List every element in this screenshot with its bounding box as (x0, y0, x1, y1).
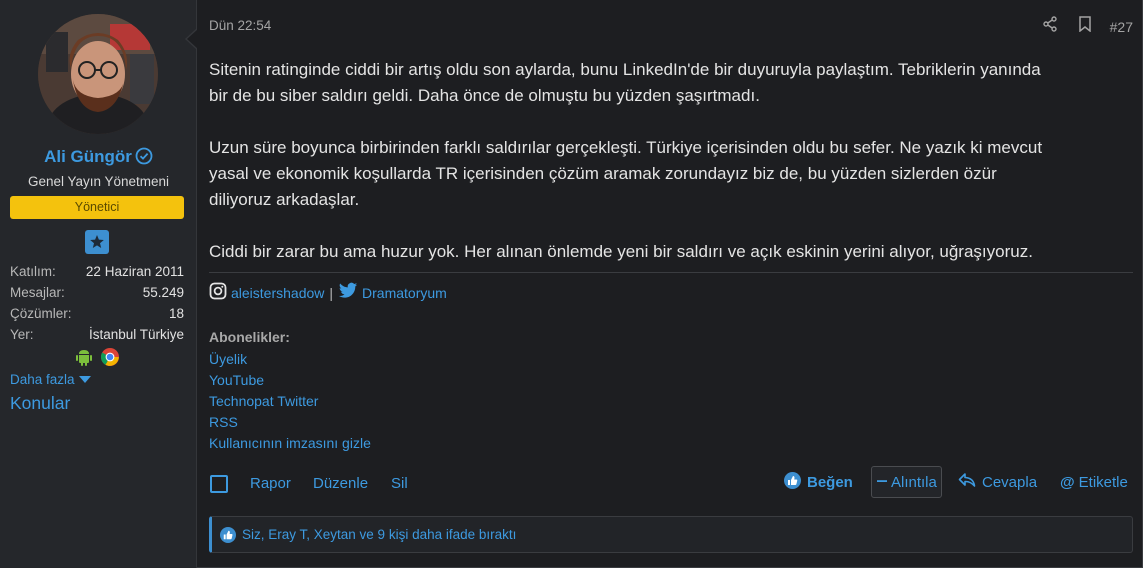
reply-button[interactable]: Cevapla (958, 466, 1037, 498)
post-body: Sitenin ratinginde ciddi bir artış oldu … (209, 57, 1133, 291)
post-paragraph: Sitenin ratinginde ciddi bir artış oldu … (209, 57, 1133, 109)
post-line: Sitenin ratinginde ciddi bir artış oldu … (209, 60, 1041, 79)
stat-value: 55.249 (142, 285, 184, 300)
subscriptions-list: Üyelik YouTube Technopat Twitter RSS Kul… (209, 349, 371, 454)
post-paragraph: Ciddi bir zarar bu ama huzur yok. Her al… (209, 239, 1133, 265)
stat-messages: Mesajlar: 55.249 (10, 282, 184, 303)
post-line: yasal ve ekonomik koşullarda TR içerisin… (209, 164, 997, 183)
sidebar-arrow (185, 28, 198, 50)
stat-label: Mesajlar: (10, 285, 65, 300)
twitter-icon (338, 282, 358, 303)
reply-label: Cevapla (982, 473, 1038, 491)
like-icon (784, 471, 801, 493)
quote-icon (876, 474, 888, 491)
stat-label: Katılım: (10, 264, 56, 279)
reply-icon (958, 472, 976, 492)
user-stats: Katılım: 22 Haziran 2011 Mesajlar: 55.249 … (10, 261, 184, 345)
post-line: Ciddi bir zarar bu ama huzur yok. Her al… (209, 242, 1033, 261)
stat-label: Çözümler: (10, 306, 72, 321)
more-link[interactable]: Daha fazla (10, 372, 91, 387)
subscription-link[interactable]: YouTube (209, 370, 371, 391)
reactions-bar[interactable]: Siz, Eray T, Xeytan ve 9 kişi daha ifade… (209, 516, 1133, 553)
android-icon (74, 347, 94, 372)
post-line: bir de bu siber saldırı geldi. Daha önce… (209, 86, 760, 105)
user-sidebar: Ali Güngör Genel Yayın Yönetmeni Yönetic… (0, 0, 197, 568)
like-label: Beğen (807, 473, 853, 491)
tag-label: Etiketle (1078, 473, 1128, 491)
quote-button[interactable]: Alıntıla (871, 466, 942, 498)
device-icons (74, 347, 120, 372)
subscription-link[interactable]: RSS (209, 412, 371, 433)
stat-value: 22 Haziran 2011 (85, 264, 184, 279)
reactions-text[interactable]: Siz, Eray T, Xeytan ve 9 kişi daha ifade… (242, 527, 516, 542)
twitter-link[interactable]: Dramatoryum (362, 285, 447, 301)
signature-social: aleistershadow | Dramatoryum (209, 282, 447, 303)
post-line: diliyoruz arkadaşlar. (209, 190, 360, 209)
user-name[interactable]: Ali Güngör (44, 147, 132, 166)
instagram-link[interactable]: aleistershadow (231, 285, 324, 301)
delete-button[interactable]: Sil (391, 475, 408, 492)
stat-value: 18 (168, 306, 184, 321)
signature-separator: | (329, 284, 334, 301)
verified-icon (135, 147, 153, 170)
like-icon (220, 526, 236, 543)
user-title: Genel Yayın Yönetmeni (27, 174, 170, 189)
quote-label: Alıntıla (891, 473, 937, 491)
avatar[interactable] (38, 14, 158, 134)
user-name-row: Ali Güngör (0, 147, 197, 170)
post-actions: Rapor Düzenle Sil Beğen Alıntıla Cevapla… (209, 466, 1133, 500)
post-paragraph: Uzun süre boyunca birbirinden farklı sal… (209, 135, 1133, 213)
stat-location: Yer: İstanbul Türkiye (10, 324, 184, 345)
bookmark-icon[interactable] (1078, 16, 1092, 37)
hide-signature-link[interactable]: Kullanıcının imzasını gizle (209, 433, 371, 454)
at-icon: @ (1060, 473, 1075, 491)
subscription-link[interactable]: Üyelik (209, 349, 371, 370)
topics-link[interactable]: Konular (10, 393, 70, 414)
post-number[interactable]: #27 (1110, 19, 1133, 35)
post-line: Uzun süre boyunca birbirinden farklı sal… (209, 138, 1043, 157)
stat-label: Yer: (10, 327, 34, 342)
chevron-down-icon (78, 376, 91, 383)
tag-button[interactable]: @ Etiketle (1060, 466, 1128, 498)
signature-divider (209, 272, 1133, 273)
subscription-link[interactable]: Technopat Twitter (209, 391, 371, 412)
chrome-icon (100, 347, 120, 372)
edit-button[interactable]: Düzenle (313, 475, 368, 492)
star-badge-icon[interactable] (85, 230, 109, 254)
post-time[interactable]: Dün 22:54 (209, 18, 271, 33)
subscriptions-heading: Abonelikler: (209, 329, 290, 345)
stat-solutions: Çözümler: 18 (10, 303, 184, 324)
role-badge: Yönetici (10, 196, 184, 219)
report-button[interactable]: Rapor (250, 475, 291, 492)
post-header-actions: #27 (1042, 16, 1133, 37)
share-icon[interactable] (1042, 16, 1058, 37)
select-post-checkbox[interactable] (210, 475, 228, 493)
more-label: Daha fazla (10, 372, 75, 387)
instagram-icon (209, 282, 227, 303)
stat-value: İstanbul Türkiye (88, 327, 184, 342)
stat-joined: Katılım: 22 Haziran 2011 (10, 261, 184, 282)
like-button[interactable]: Beğen (784, 466, 853, 498)
